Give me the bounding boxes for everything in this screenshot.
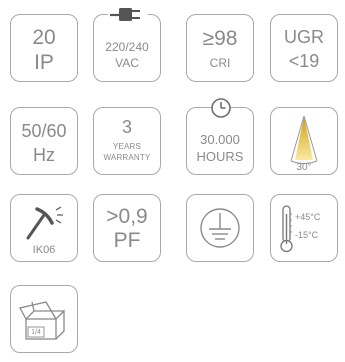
cri-value: ≥98	[202, 27, 238, 50]
ugr-tile: UGR <19	[270, 14, 338, 82]
power-factor-value: >0,9	[106, 205, 148, 228]
beam-angle-tile: 30°	[270, 107, 338, 175]
power-factor-tile: >0,9 PF	[93, 194, 161, 262]
beam-angle-label: 30°	[296, 162, 312, 173]
earth-ground-icon	[200, 208, 240, 248]
power-factor-label: PF	[113, 229, 141, 252]
warranty-tile: 3 YEARS WARRANTY	[93, 107, 161, 175]
lifetime-label: HOURS	[196, 149, 244, 164]
impact-tile: IK06	[10, 194, 78, 262]
lifetime-value: 30.000	[200, 132, 240, 147]
box-icon	[19, 301, 65, 340]
frequency-value: 50/60	[21, 121, 67, 141]
lifetime-tile: 30.000 HOURS	[186, 98, 254, 175]
ip-rating-tile: 20 IP	[10, 14, 78, 82]
thermometer-icon	[280, 205, 293, 253]
voltage-label: VAC	[115, 56, 139, 70]
frequency-tile: 50/60 Hz	[10, 107, 78, 175]
earth-tile	[186, 194, 254, 262]
temperature-tile: +45°C -15°C	[270, 194, 338, 262]
ip-label: IP	[34, 51, 54, 74]
voltage-tile: 220/240 VAC	[93, 8, 161, 82]
warranty-value: 3	[121, 117, 132, 137]
warranty-line1: YEARS	[112, 142, 142, 151]
voltage-value: 220/240	[105, 40, 149, 54]
cri-label: CRI	[209, 56, 231, 70]
cri-tile: ≥98 CRI	[186, 14, 254, 82]
packaging-tile: 1/4	[10, 285, 78, 353]
plug-icon	[108, 8, 148, 21]
temperature-min: -15°C	[295, 230, 319, 240]
frequency-label: Hz	[33, 145, 55, 165]
packaging-label: 1/4	[31, 329, 41, 336]
clock-icon	[211, 98, 231, 118]
temperature-max: +45°C	[295, 212, 321, 222]
ip-value: 20	[32, 26, 56, 49]
warranty-line2: WARRANTY	[103, 153, 151, 162]
impact-label: IK06	[32, 244, 56, 256]
ugr-label: <19	[288, 51, 320, 71]
ugr-value: UGR	[284, 27, 324, 47]
